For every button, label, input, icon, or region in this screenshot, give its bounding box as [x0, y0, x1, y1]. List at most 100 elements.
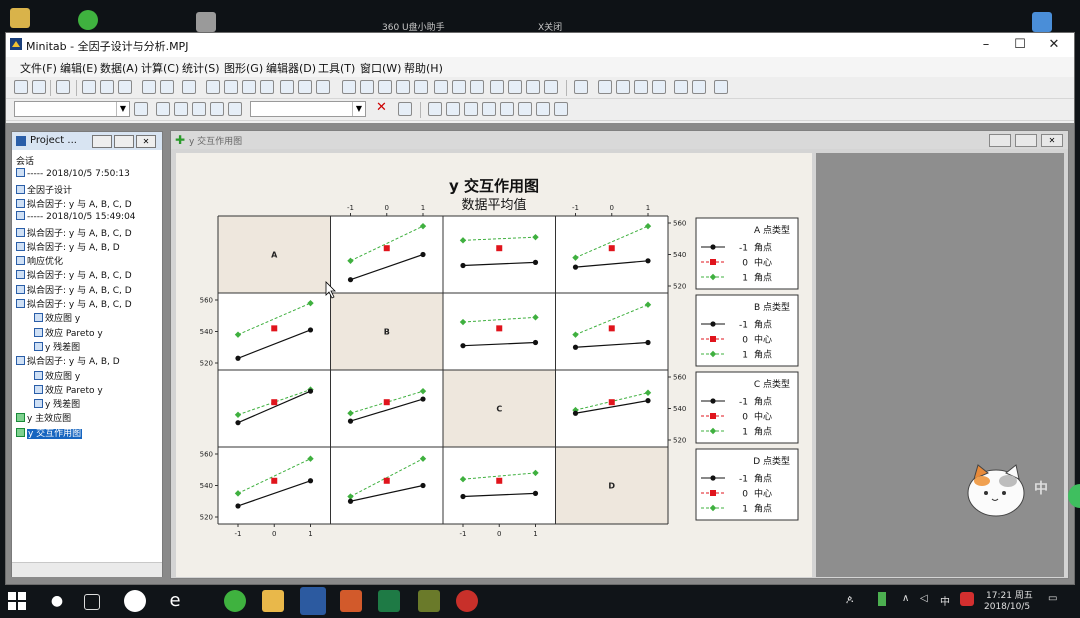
arrow-down-icon[interactable] [224, 80, 238, 94]
worksheet-icon[interactable] [360, 80, 374, 94]
menu-tools[interactable]: 工具(T) [318, 60, 355, 76]
move-column-icon[interactable] [652, 80, 666, 94]
polygon-tool-icon[interactable] [536, 102, 550, 116]
text-tool-icon[interactable] [446, 102, 460, 116]
project-manager-icon[interactable] [378, 80, 392, 94]
excel-icon[interactable] [378, 590, 400, 612]
menu-help[interactable]: 帮助(H) [404, 60, 443, 76]
project-tree-item[interactable]: 拟合因子: y 与 A, B, C, D [16, 297, 132, 310]
eraser-icon[interactable] [714, 80, 728, 94]
pointer-icon[interactable] [156, 102, 170, 116]
brush-icon[interactable] [674, 80, 688, 94]
stat-guide-icon[interactable] [316, 80, 330, 94]
open-icon[interactable] [14, 80, 28, 94]
help-icon[interactable] [298, 80, 312, 94]
arrow-up-icon[interactable] [206, 80, 220, 94]
project-tree-item[interactable]: 拟合因子: y 与 A, B, C, D [16, 197, 132, 210]
graph-close-button[interactable]: ✕ [1041, 134, 1063, 147]
insert-icon[interactable] [598, 80, 612, 94]
fx-icon[interactable] [574, 80, 588, 94]
recorder-icon[interactable] [456, 590, 478, 612]
cut-icon[interactable] [82, 80, 96, 94]
polyline-tool-icon[interactable] [554, 102, 568, 116]
task-view-icon[interactable] [84, 594, 100, 610]
last-dialog-icon[interactable] [182, 80, 196, 94]
project-tree-item[interactable]: 效应 Pareto y [34, 326, 103, 339]
rectangle-tool-icon[interactable] [464, 102, 478, 116]
project-tree-item[interactable]: y 残差图 [34, 340, 80, 353]
minitab-taskbar-icon[interactable] [300, 587, 326, 615]
print-icon[interactable] [56, 80, 70, 94]
project-tree-item[interactable]: 拟合因子: y 与 A, B, C, D [16, 283, 132, 296]
network-icon[interactable] [1032, 12, 1052, 32]
zoom-icon[interactable] [398, 102, 412, 116]
maximize-button[interactable]: ☐ [1002, 35, 1038, 55]
swap-icon[interactable] [228, 102, 242, 116]
document-icon[interactable] [196, 12, 216, 32]
windows-start-icon[interactable] [8, 592, 26, 610]
project-tree-item[interactable]: 效应 Pareto y [34, 383, 103, 396]
redo-icon[interactable] [160, 80, 174, 94]
menu-edit[interactable]: 编辑(E) [60, 60, 98, 76]
table-icon[interactable] [526, 80, 540, 94]
panel-close-button[interactable]: ✕ [136, 135, 156, 148]
notification-icon[interactable]: ▭ [1048, 593, 1057, 604]
project-tree-item[interactable]: y 交互作用图 [16, 426, 83, 439]
panel-minimize-button[interactable] [92, 135, 112, 148]
crosshair-icon[interactable] [192, 102, 206, 116]
project-tree-item[interactable]: ----- 2018/10/5 15:49:04 [16, 211, 136, 222]
project-tree-item[interactable]: 全因子设计 [16, 183, 72, 196]
cancel-icon[interactable] [280, 80, 294, 94]
insert-row-icon[interactable] [616, 80, 630, 94]
browser-360-icon[interactable] [224, 590, 246, 612]
menu-window[interactable]: 窗口(W) [360, 60, 401, 76]
tile-icon[interactable] [490, 80, 504, 94]
related-docs-icon[interactable] [470, 80, 484, 94]
menu-stat[interactable]: 统计(S) [182, 60, 220, 76]
info-icon[interactable] [396, 80, 410, 94]
project-tree-item[interactable]: 拟合因子: y 与 A, B, C, D [16, 268, 132, 281]
menu-editor[interactable]: 编辑器(D) [266, 60, 316, 76]
line-tool-icon[interactable] [500, 102, 514, 116]
ime-indicator[interactable]: 中 [940, 593, 950, 608]
project-tree-item[interactable]: 拟合因子: y 与 A, B, C, D [16, 226, 132, 239]
clock-time[interactable]: 17:21 周五 [986, 588, 1033, 601]
report-pad-icon[interactable] [452, 80, 466, 94]
flag-icon[interactable] [210, 102, 224, 116]
undo-icon[interactable] [142, 80, 156, 94]
person-icon[interactable]: ዾ [846, 594, 853, 605]
battery-icon[interactable] [878, 592, 886, 606]
project-tree-item[interactable]: 会话 [16, 154, 34, 167]
panel-restore-button[interactable] [114, 135, 134, 148]
size-combo[interactable]: ▼ [250, 101, 366, 117]
insert-column-icon[interactable] [634, 80, 648, 94]
brush-tool-icon[interactable] [134, 102, 148, 116]
cortana-icon[interactable]: ● [46, 590, 68, 612]
project-tree-item[interactable]: 拟合因子: y 与 A, B, D [16, 354, 120, 367]
project-tree-item[interactable]: ----- 2018/10/5 7:50:13 [16, 168, 130, 179]
graph-icon[interactable] [508, 80, 522, 94]
app-icon[interactable] [78, 10, 98, 30]
session-window-icon[interactable] [342, 80, 356, 94]
project-tree-item[interactable]: 响应优化 [16, 254, 63, 267]
file-explorer-icon[interactable] [262, 590, 284, 612]
menu-graph[interactable]: 图形(G) [224, 60, 263, 76]
horizontal-scrollbar[interactable] [12, 562, 162, 577]
sogou-icon[interactable] [960, 592, 974, 606]
project-tree-item[interactable]: y 主效应图 [16, 411, 71, 424]
find-icon[interactable] [242, 80, 256, 94]
volume-icon[interactable]: ◁ [920, 593, 928, 604]
menu-file[interactable]: 文件(F) [20, 60, 57, 76]
delete-icon[interactable]: ✕ [376, 101, 390, 116]
close-button[interactable]: ✕ [1036, 35, 1072, 55]
marker-tool-icon[interactable] [518, 102, 532, 116]
ellipse-tool-icon[interactable] [482, 102, 496, 116]
project-tree-item[interactable]: 效应图 y [34, 369, 80, 382]
clock-date[interactable]: 2018/10/5 [984, 602, 1030, 612]
minimize-button[interactable]: – [968, 35, 1004, 55]
history-icon[interactable] [414, 80, 428, 94]
save-icon[interactable] [32, 80, 46, 94]
folder-icon[interactable] [10, 8, 30, 28]
menu-data[interactable]: 数据(A) [100, 60, 138, 76]
powerpoint-icon[interactable] [340, 590, 362, 612]
